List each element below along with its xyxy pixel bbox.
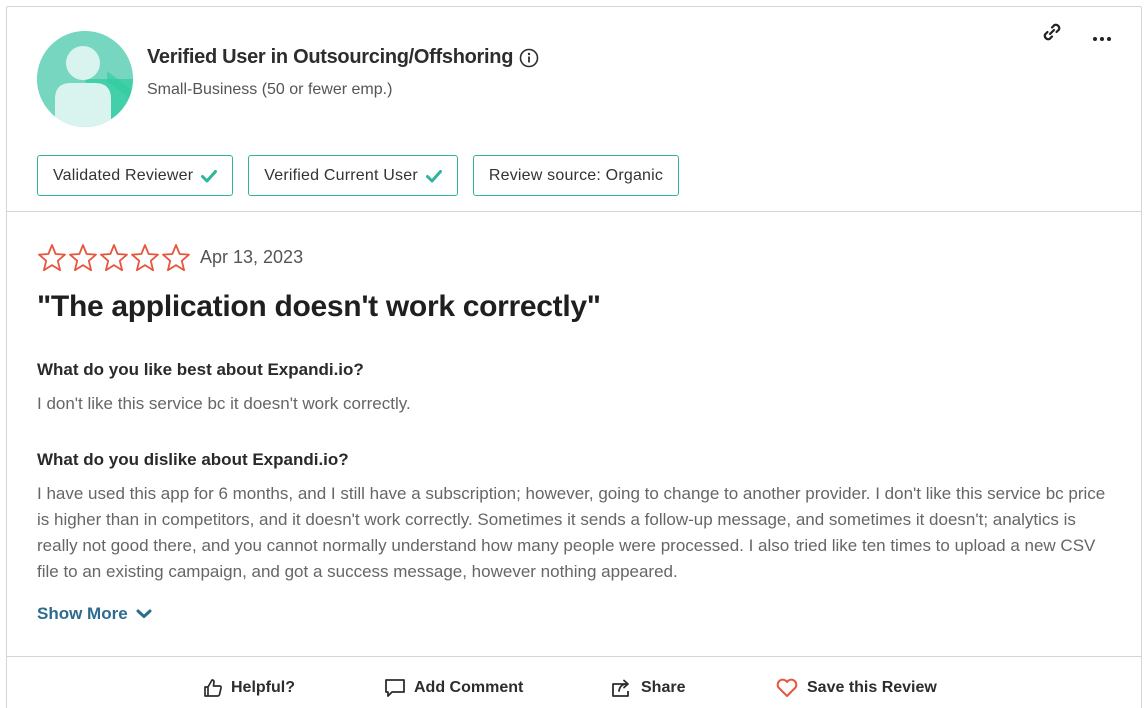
star-icon [69, 244, 97, 272]
review-card: Verified User in Outsourcing/Offshoring … [6, 6, 1142, 708]
add-comment-button[interactable]: Add Comment [384, 678, 523, 698]
answer-like-best: I don't like this service bc it doesn't … [37, 394, 411, 413]
save-review-label: Save this Review [807, 679, 937, 696]
reviewer-name-row: Verified User in Outsourcing/Offshoring [147, 46, 539, 69]
add-comment-label: Add Comment [414, 679, 524, 696]
check-icon [201, 169, 218, 182]
heart-icon [776, 678, 798, 697]
footer-divider [7, 656, 1141, 657]
share-button[interactable]: Share [611, 678, 685, 698]
reviewer-segment: Small-Business (50 or fewer emp.) [147, 81, 393, 98]
show-more-link[interactable]: Show More [37, 604, 152, 624]
question-dislike: What do you dislike about Expandi.io? [37, 450, 349, 469]
badge-verified-current-user: Verified Current User [248, 155, 458, 196]
star-icon [162, 244, 190, 272]
check-icon [425, 169, 442, 182]
thumbs-up-icon [204, 679, 222, 697]
more-icon[interactable] [1091, 29, 1113, 47]
reviewer-badges: Validated Reviewer Verified Current User… [37, 155, 680, 196]
badge-label: Review source: Organic [488, 166, 664, 184]
badge-label: Validated Reviewer [53, 166, 194, 184]
helpful-button[interactable]: Helpful? [203, 678, 295, 698]
question-like-best: What do you like best about Expandi.io? [37, 360, 364, 379]
review-date: Apr 13, 2023 [200, 247, 304, 267]
avatar [37, 31, 133, 127]
info-icon[interactable] [519, 48, 539, 68]
badge-review-source: Review source: Organic [472, 155, 680, 196]
review-title: "The application doesn't work correctly" [37, 290, 601, 323]
chevron-down-icon [136, 609, 152, 618]
star-icon [100, 244, 128, 272]
star-rating [37, 243, 191, 273]
badge-label: Verified Current User [264, 166, 418, 184]
comment-icon [385, 679, 405, 697]
star-icon [38, 244, 66, 272]
link-icon[interactable] [1041, 21, 1063, 43]
save-review-button[interactable]: Save this Review [775, 678, 937, 698]
badge-validated-reviewer: Validated Reviewer [37, 155, 234, 196]
helpful-label: Helpful? [231, 679, 295, 696]
star-icon [131, 244, 159, 272]
share-icon [612, 679, 629, 697]
show-more-label: Show More [37, 604, 128, 623]
share-label: Share [641, 679, 686, 696]
reviewer-name: Verified User in Outsourcing/Offshoring [147, 46, 514, 68]
header-divider [7, 211, 1141, 212]
answer-dislike: I have used this app for 6 months, and I… [37, 484, 1106, 581]
